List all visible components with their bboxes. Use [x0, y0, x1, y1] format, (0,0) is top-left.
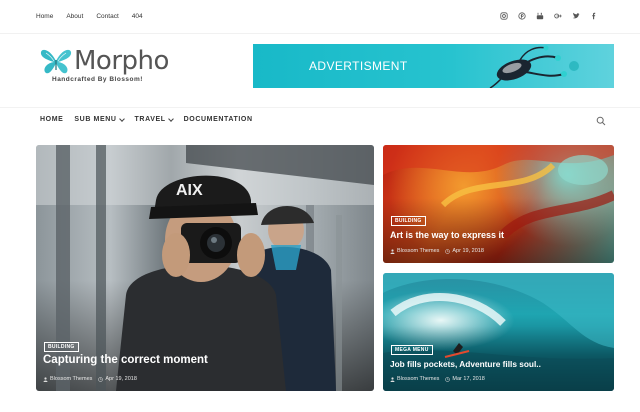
post-meta: Blossom Themes Apr 19, 2018: [43, 376, 143, 382]
post-author[interactable]: Blossom Themes: [390, 376, 439, 382]
chevron-down-icon: [167, 115, 174, 122]
date-text: Apr 19, 2018: [452, 248, 484, 254]
chevron-down-icon: [118, 115, 125, 122]
clock-icon: [445, 248, 451, 254]
social-links: [499, 10, 598, 22]
post-title[interactable]: Art is the way to express it: [390, 230, 504, 240]
nav-item-label: HOME: [40, 116, 64, 123]
twitter-icon[interactable]: [571, 10, 580, 22]
nav-item-documentation[interactable]: DOCUMENTATION: [184, 116, 253, 123]
nav-item-home[interactable]: HOME: [40, 116, 63, 123]
author-name: Blossom Themes: [397, 376, 440, 382]
author-name: Blossom Themes: [50, 376, 93, 382]
date-text: Mar 17, 2018: [452, 376, 485, 382]
top-bar: Home About Contact 404: [0, 0, 640, 34]
clock-icon: [98, 376, 104, 382]
author-name: Blossom Themes: [397, 248, 440, 254]
post-card[interactable]: MEGA MENU Job fills pockets, Adventure f…: [383, 273, 614, 391]
clock-icon: [445, 376, 451, 382]
ad-illustration: [489, 45, 579, 88]
google-plus-icon[interactable]: [553, 10, 562, 22]
pinterest-icon[interactable]: [517, 10, 526, 22]
post-author[interactable]: Blossom Themes: [390, 248, 439, 254]
post-author[interactable]: Blossom Themes: [43, 376, 92, 382]
nav-item-label: DOCUMENTATION: [183, 116, 253, 123]
category-badge[interactable]: MEGA MENU: [391, 345, 433, 355]
post-title[interactable]: Job fills pockets, Adventure fills soul.…: [390, 359, 541, 369]
instagram-icon[interactable]: [499, 10, 508, 22]
user-icon: [390, 248, 395, 254]
post-meta: Blossom Themes Mar 17, 2018: [390, 376, 491, 382]
nav-menu: HOME SUB MENU TRAVEL DOCUMENTATION: [40, 115, 264, 123]
nav-item-travel[interactable]: TRAVEL: [134, 115, 174, 123]
top-link-about[interactable]: About: [66, 13, 83, 20]
facebook-icon[interactable]: [589, 10, 598, 22]
category-badge[interactable]: BUILDING: [391, 216, 426, 226]
logo-text: Morpho: [74, 46, 169, 76]
user-icon: [390, 376, 395, 382]
top-link-home[interactable]: Home: [36, 13, 53, 20]
nav-item-sub-menu[interactable]: SUB MENU: [74, 115, 125, 123]
nav-item-label: SUB MENU: [74, 116, 117, 123]
advertisement-banner[interactable]: ADVERTISMENT: [253, 44, 614, 88]
post-date: Apr 19, 2018: [98, 376, 137, 382]
date-text: Apr 19, 2018: [105, 376, 137, 382]
category-badge[interactable]: BUILDING: [44, 342, 79, 352]
site-logo[interactable]: Morpho Handcrafted By Blossom!: [38, 44, 178, 88]
post-date: Mar 17, 2018: [445, 376, 485, 382]
featured-post-card[interactable]: AIX BUILDING Capturing the correct momen…: [36, 145, 374, 391]
search-icon[interactable]: [596, 116, 606, 126]
top-link-404[interactable]: 404: [132, 13, 143, 20]
surfing-wave-image: [383, 273, 614, 391]
nav-item-label: TRAVEL: [134, 116, 166, 123]
main-navigation: HOME SUB MENU TRAVEL DOCUMENTATION: [0, 107, 640, 133]
butterfly-logo-icon: [40, 49, 72, 74]
top-links: Home About Contact 404: [36, 13, 156, 20]
abstract-art-image: [383, 145, 614, 239]
site-tagline: Handcrafted By Blossom!: [52, 76, 143, 83]
post-title[interactable]: Capturing the correct moment: [43, 354, 208, 366]
svg-text:AIX: AIX: [176, 182, 203, 199]
post-card[interactable]: BUILDING Art is the way to express it Bl…: [383, 145, 614, 263]
ad-label: ADVERTISMENT: [309, 59, 408, 73]
post-meta: Blossom Themes Apr 19, 2018: [390, 248, 490, 254]
post-date: Apr 19, 2018: [445, 248, 484, 254]
youtube-icon[interactable]: [535, 10, 544, 22]
top-link-contact[interactable]: Contact: [96, 13, 118, 20]
user-icon: [43, 376, 48, 382]
